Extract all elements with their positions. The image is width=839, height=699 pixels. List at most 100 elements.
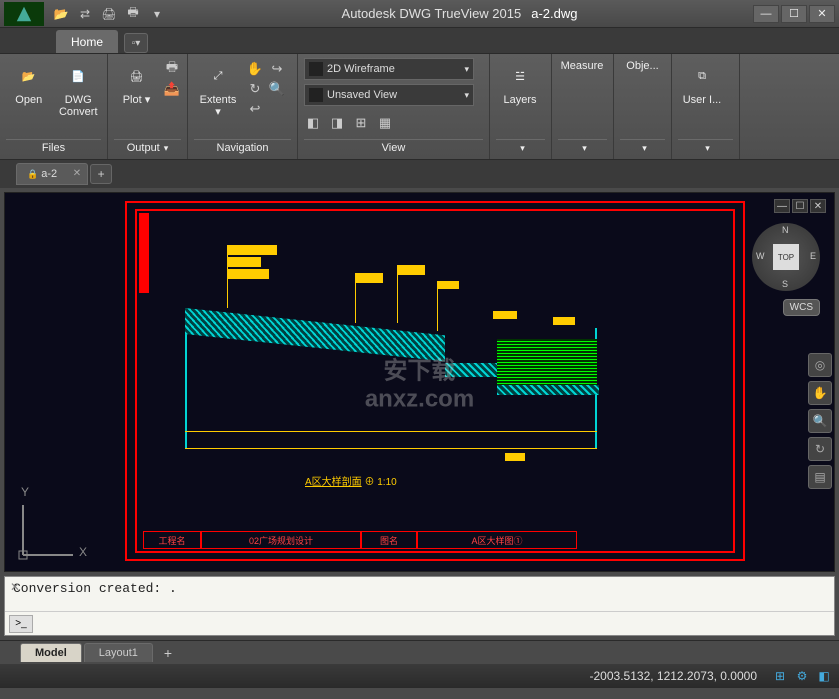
dim-line bbox=[185, 448, 597, 449]
panel-user: ⧉ User I... ▾ bbox=[672, 54, 740, 159]
showmotion-icon[interactable]: ▤ bbox=[808, 465, 832, 489]
panel-title-navigation: Navigation bbox=[194, 139, 291, 159]
dwg-convert-button[interactable]: 📄 DWG Convert bbox=[56, 58, 102, 120]
callout-flag bbox=[397, 265, 425, 275]
leader bbox=[355, 273, 356, 323]
visual-style-icon bbox=[309, 62, 323, 76]
back-icon[interactable]: ↩ bbox=[246, 100, 264, 118]
panel-title-object[interactable]: ▾ bbox=[620, 139, 665, 159]
command-output: Conversion created: . bbox=[5, 577, 834, 611]
orbit-icon[interactable]: ↻ bbox=[246, 80, 264, 98]
panel-title-measure[interactable]: ▾ bbox=[558, 139, 607, 159]
plot-icon[interactable]: 🖨 bbox=[100, 5, 118, 23]
panel-title-view: View bbox=[304, 139, 483, 159]
new-drawing-tab[interactable]: + bbox=[90, 164, 112, 184]
panel-navigation: ⤢ Extents ▾ ✋ ↻ ↩ ↪ 🔍 Navigation bbox=[188, 54, 298, 159]
quick-access-toolbar: 📂 ⇄ 🖨 🖶 ▾ bbox=[52, 5, 166, 23]
viewport-maximize[interactable]: ☐ bbox=[792, 199, 808, 213]
statusbar-icon-3[interactable]: ◧ bbox=[815, 667, 833, 685]
callout-flag bbox=[355, 273, 383, 283]
titlebar: 📂 ⇄ 🖨 🖶 ▾ Autodesk DWG TrueView 2015 a-2… bbox=[0, 0, 839, 28]
command-line: ✕ Conversion created: . >_ bbox=[4, 576, 835, 636]
panel-title-user[interactable]: ▾ bbox=[678, 139, 733, 159]
minimize-button[interactable]: — bbox=[753, 5, 779, 23]
drawing-tabs: 🔒 a-2 ✕ + bbox=[0, 160, 839, 188]
named-view-icon bbox=[309, 88, 323, 102]
panel-title-files: Files bbox=[6, 139, 101, 159]
command-input[interactable] bbox=[37, 617, 830, 631]
panel-title-output[interactable]: Output▾ bbox=[114, 139, 181, 159]
view-icon-4[interactable]: ▦ bbox=[376, 114, 394, 132]
statusbar-icon-2[interactable]: ⚙ bbox=[793, 667, 811, 685]
viewcube[interactable]: TOP N S E W bbox=[752, 223, 820, 291]
viewport-close[interactable]: ✕ bbox=[810, 199, 826, 213]
viewcube-top[interactable]: TOP bbox=[773, 244, 799, 270]
pan-icon[interactable]: ✋ bbox=[246, 60, 264, 78]
view-icon-3[interactable]: ⊞ bbox=[352, 114, 370, 132]
maximize-button[interactable]: ☐ bbox=[781, 5, 807, 23]
app-menu-button[interactable] bbox=[4, 2, 44, 26]
callout-flag bbox=[227, 245, 277, 255]
layout-tab-model[interactable]: Model bbox=[20, 643, 82, 662]
forward-icon[interactable]: ↪ bbox=[268, 60, 286, 78]
drawing-canvas[interactable]: A区大样剖面 ⊕ 1:10 工程名 02广场规划设计 图名 A区大样图① X Y… bbox=[4, 192, 835, 572]
close-tab-icon[interactable]: ✕ bbox=[73, 168, 81, 179]
open-button[interactable]: 📂 Open bbox=[6, 58, 52, 108]
page-setup-icon[interactable]: 🖶 bbox=[163, 60, 181, 78]
leader bbox=[227, 245, 228, 308]
app-name: Autodesk DWG TrueView 2015 bbox=[342, 6, 522, 21]
pan-tool-icon[interactable]: ✋ bbox=[808, 381, 832, 405]
ribbon: 📂 Open 📄 DWG Convert Files 🖨 Plot ▾ 🖶 📤 … bbox=[0, 54, 839, 160]
ribbon-focus-toggle[interactable]: ▫▾ bbox=[124, 33, 148, 53]
steering-wheel-icon[interactable]: ◎ bbox=[808, 353, 832, 377]
statusbar-icon-1[interactable]: ⊞ bbox=[771, 667, 789, 685]
viewport-minimize[interactable]: — bbox=[774, 199, 790, 213]
object-button[interactable]: Obje... bbox=[620, 58, 665, 74]
drawing-inner-frame bbox=[135, 209, 735, 553]
close-button[interactable]: ✕ bbox=[809, 5, 835, 23]
user-interface-button[interactable]: ⧉ User I... bbox=[678, 58, 726, 108]
qat-dropdown-icon[interactable]: ▾ bbox=[148, 5, 166, 23]
zoom-window-icon[interactable]: 🔍 bbox=[268, 80, 286, 98]
layers-icon: ☱ bbox=[504, 60, 536, 92]
named-view-combo[interactable]: Unsaved View ▾ bbox=[304, 84, 474, 106]
drawing-tab[interactable]: 🔒 a-2 ✕ bbox=[16, 163, 88, 185]
zoom-tool-icon[interactable]: 🔍 bbox=[808, 409, 832, 433]
leader bbox=[397, 265, 398, 323]
ui-icon: ⧉ bbox=[686, 60, 718, 92]
file-name: a-2.dwg bbox=[531, 6, 577, 21]
window-title: Autodesk DWG TrueView 2015 a-2.dwg bbox=[166, 6, 753, 21]
callout-flag bbox=[505, 453, 525, 461]
dwg-convert-icon: 📄 bbox=[62, 60, 94, 92]
export-icon[interactable]: 📤 bbox=[163, 80, 181, 98]
titlebar-stub bbox=[139, 213, 149, 293]
panel-files: 📂 Open 📄 DWG Convert Files bbox=[0, 54, 108, 159]
cmdline-close-icon[interactable]: ✕ bbox=[10, 580, 24, 594]
window-controls: — ☐ ✕ bbox=[753, 5, 835, 23]
titleblock-cell: A区大样图① bbox=[417, 531, 577, 549]
extents-button[interactable]: ⤢ Extents ▾ bbox=[194, 58, 242, 120]
view-icon-2[interactable]: ◨ bbox=[328, 114, 346, 132]
print-preview-icon[interactable]: 🖶 bbox=[124, 5, 142, 23]
printer-icon: 🖨 bbox=[121, 60, 153, 92]
ribbon-tab-home[interactable]: Home bbox=[56, 30, 118, 53]
wcs-badge[interactable]: WCS bbox=[783, 299, 820, 316]
visual-style-combo[interactable]: 2D Wireframe ▾ bbox=[304, 58, 474, 80]
plot-button[interactable]: 🖨 Plot ▾ bbox=[114, 58, 159, 108]
hatch-base bbox=[497, 385, 599, 395]
view-icon-1[interactable]: ◧ bbox=[304, 114, 322, 132]
convert-icon[interactable]: ⇄ bbox=[76, 5, 94, 23]
ground-line bbox=[185, 431, 597, 432]
panel-title-layers[interactable]: ▾ bbox=[496, 139, 545, 159]
open-icon[interactable]: 📂 bbox=[52, 5, 70, 23]
command-prompt-icon[interactable]: >_ bbox=[9, 615, 33, 633]
lock-icon: 🔒 bbox=[27, 169, 38, 179]
callout-flag bbox=[227, 269, 269, 279]
add-layout-icon[interactable]: + bbox=[159, 644, 177, 662]
orbit-tool-icon[interactable]: ↻ bbox=[808, 437, 832, 461]
layers-button[interactable]: ☱ Layers bbox=[496, 58, 544, 108]
layout-tab-layout1[interactable]: Layout1 bbox=[84, 643, 153, 662]
measure-button[interactable]: Measure bbox=[558, 58, 606, 74]
coordinates-readout: -2003.5132, 1212.2073, 0.0000 bbox=[590, 669, 757, 683]
hatch-planting bbox=[497, 339, 597, 387]
